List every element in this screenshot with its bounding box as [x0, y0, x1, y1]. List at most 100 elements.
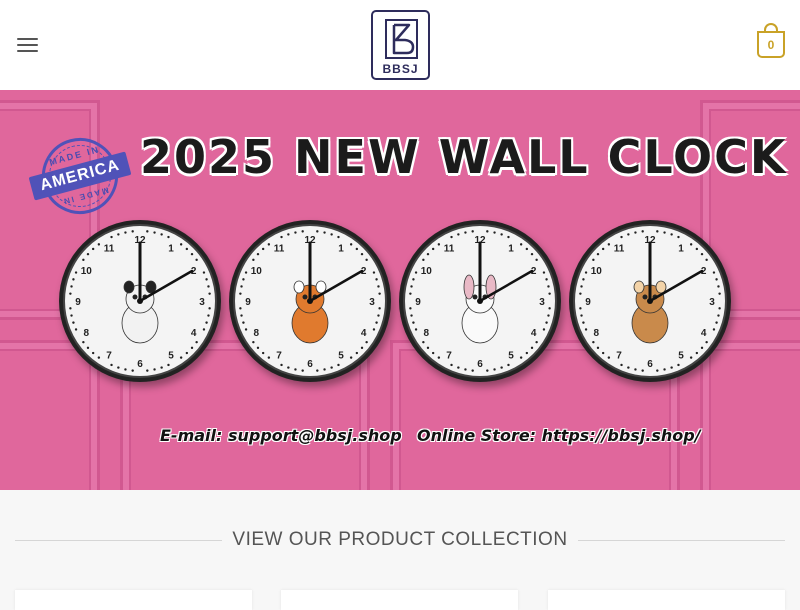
minute-dot [208, 292, 211, 295]
minute-dot [72, 278, 75, 281]
minute-dot [70, 285, 73, 288]
product-card[interactable] [15, 590, 252, 610]
minute-dot [422, 258, 425, 262]
clock-number: 4 [361, 328, 367, 339]
minute-dot [547, 314, 550, 317]
minute-dot [179, 356, 183, 359]
minute-dot [689, 243, 693, 246]
minute-dot [584, 271, 588, 274]
minute-dot [450, 363, 453, 367]
minute-dot [330, 366, 333, 369]
clock-number: 4 [701, 328, 707, 339]
minute-dot [91, 351, 95, 355]
minute-dot [663, 231, 666, 234]
minute-dot [426, 346, 430, 350]
clock-center [307, 298, 313, 304]
minute-dot [450, 235, 453, 239]
hamburger-menu-icon[interactable] [17, 37, 38, 53]
clock-number: 1 [168, 243, 174, 254]
minute-dot [146, 230, 149, 233]
rabbit-ear [463, 274, 475, 300]
minute-dot [414, 271, 418, 274]
clock-face: 121234567891011 [233, 224, 387, 378]
minute-dot [110, 235, 113, 239]
minute-dot [349, 356, 353, 359]
minute-dot [74, 328, 78, 331]
minute-dot [330, 233, 333, 236]
menu-bar [17, 44, 38, 46]
minute-dot [601, 247, 605, 251]
minute-dot [695, 247, 699, 251]
cart-button[interactable]: 0 [757, 23, 785, 58]
minute-dot [242, 321, 245, 324]
minute-dot [718, 292, 721, 295]
minute-dot [267, 356, 271, 359]
fox-eye [302, 294, 308, 300]
minute-dot [584, 328, 588, 331]
minute-dot [190, 252, 194, 256]
clock-center [647, 298, 653, 304]
minute-dot [323, 368, 326, 371]
minute-dot [146, 369, 149, 372]
minute-dot [160, 366, 163, 369]
clock-number: 3 [369, 297, 375, 308]
minute-dot [422, 340, 425, 344]
minute-dot [91, 247, 95, 251]
clock-number: 8 [84, 328, 90, 339]
minute-dot [355, 351, 359, 355]
clock-number: 6 [137, 359, 143, 370]
minute-dot [287, 366, 290, 369]
logo-mark-icon [385, 19, 418, 59]
minute-dot [592, 258, 595, 262]
minute-dot [641, 230, 644, 233]
minute-dot [267, 243, 271, 246]
minute-dot [700, 252, 704, 256]
minute-dot [294, 368, 297, 371]
banner-email: E-mail: support@bbsj.shop [160, 426, 402, 445]
minute-dot [580, 314, 583, 317]
minute-dot [117, 366, 120, 369]
clock-number: 11 [104, 243, 115, 254]
minute-dot [545, 321, 548, 324]
clock-number: 5 [678, 351, 684, 362]
site-logo[interactable]: BBSJ [371, 10, 430, 80]
minute-dot [670, 366, 673, 369]
minute-dot [195, 340, 198, 344]
minute-dot [663, 368, 666, 371]
minute-dot [500, 233, 503, 236]
minute-dot [545, 278, 548, 281]
minute-dot [153, 231, 156, 234]
minute-dot [261, 351, 265, 355]
clock-number: 5 [508, 351, 514, 362]
product-card[interactable] [548, 590, 785, 610]
minute-dot [412, 278, 415, 281]
minute-dot [607, 243, 611, 246]
minute-dot [240, 285, 243, 288]
hero-banner[interactable]: MADE IN AMERICA MADE IN 2025 NEW WALL CL… [0, 90, 800, 490]
minute-dot [431, 247, 435, 251]
minute-dot [202, 271, 206, 274]
product-card[interactable] [281, 590, 518, 610]
minute-dot [378, 292, 381, 295]
minute-dot [500, 366, 503, 369]
minute-dot [97, 243, 101, 246]
minute-dot [507, 235, 510, 239]
minute-dot [592, 340, 595, 344]
minute-dot [252, 340, 255, 344]
minute-dot [547, 285, 550, 288]
clock-number: 7 [276, 351, 282, 362]
fox-ear [293, 280, 305, 294]
minute-dot [349, 243, 353, 246]
clock-squirrel: 12 1 2 3 4 5 6 7 8 9 10 11 [569, 220, 731, 382]
minute-dot [287, 233, 290, 236]
minute-dot [207, 314, 210, 317]
minute-dot [580, 285, 583, 288]
minute-dot [715, 321, 718, 324]
minute-dot [185, 351, 189, 355]
minute-dot [375, 278, 378, 281]
minute-dot [323, 231, 326, 234]
minute-dot [208, 307, 211, 310]
clock-number: 9 [415, 297, 421, 308]
section-heading-text: VIEW OUR PRODUCT COLLECTION [232, 529, 568, 550]
minute-dot [677, 235, 680, 239]
